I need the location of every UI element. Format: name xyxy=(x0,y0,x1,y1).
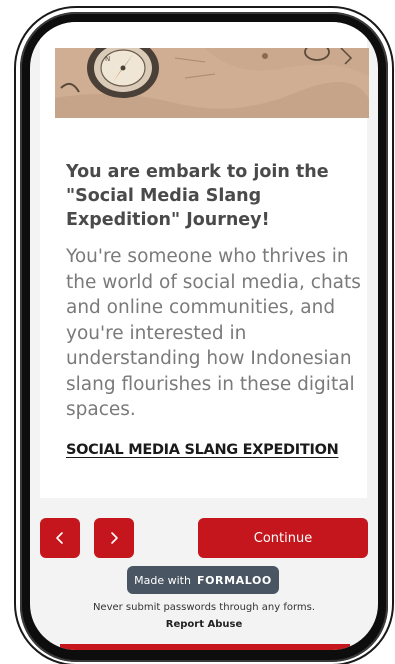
svg-text:N: N xyxy=(105,55,110,63)
bottom-accent-bar xyxy=(60,644,350,650)
question-title: You are embark to join the "Social Media… xyxy=(66,162,329,230)
made-with-label: Made with xyxy=(134,573,191,587)
formaloo-logo: FORMALOO xyxy=(196,573,272,587)
question-card: N You are embark to join the "Social Med… xyxy=(40,22,369,498)
question-description: You're someone who thrives in the world … xyxy=(66,246,361,420)
chevron-left-icon xyxy=(56,532,63,544)
compass-illustration: N xyxy=(55,48,369,118)
expedition-link[interactable]: SOCIAL MEDIA SLANG EXPEDITION xyxy=(66,442,339,458)
previous-button[interactable] xyxy=(40,518,80,558)
hero-image: N xyxy=(55,48,369,118)
chevron-right-icon xyxy=(111,532,118,544)
made-with-formaloo-badge[interactable]: Made with FORMALOO xyxy=(127,566,279,594)
phone-screen: N You are embark to join the "Social Med… xyxy=(30,22,378,650)
next-button[interactable] xyxy=(94,518,134,558)
continue-button[interactable]: Continue xyxy=(198,518,368,558)
password-notice: Never submit passwords through any forms… xyxy=(92,602,316,613)
report-abuse-link[interactable]: Report Abuse xyxy=(30,619,378,630)
